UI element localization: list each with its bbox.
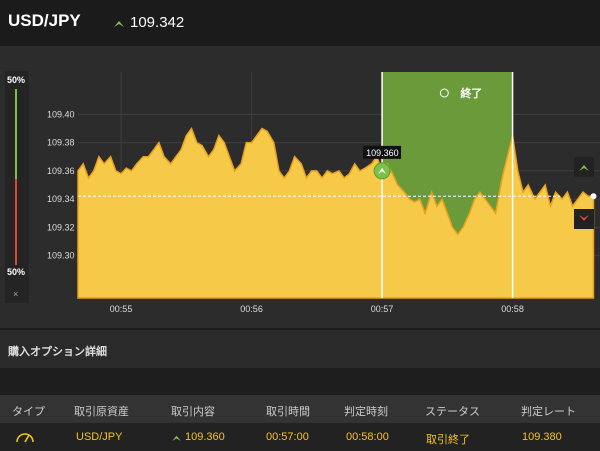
- x-tick-label: 00:56: [240, 304, 263, 314]
- up-arrow-icon: [172, 435, 181, 441]
- table-header: タイプ 取引原資産 取引内容 取引時間 判定時刻 ステータス 判定レート: [0, 395, 600, 423]
- buy-high-button[interactable]: [574, 157, 594, 177]
- price-value: 109.342: [130, 14, 185, 31]
- y-tick-label: 109.32: [47, 222, 75, 232]
- y-tick-label: 109.38: [47, 138, 75, 148]
- header-bar: USD/JPY 109.342: [0, 0, 600, 46]
- buy-low-button[interactable]: [574, 209, 594, 229]
- x-tick-label: 00:58: [501, 304, 524, 314]
- up-arrow-icon: [114, 20, 124, 27]
- y-tick-label: 109.30: [47, 251, 75, 261]
- row-status: 取引終了: [426, 434, 470, 446]
- up-arrow-icon: [579, 165, 589, 171]
- y-tick-label: 109.36: [47, 166, 75, 176]
- col-content: 取引内容: [171, 406, 215, 418]
- expiry-label: 終了: [460, 86, 482, 100]
- row-rate: 109.380: [522, 431, 562, 443]
- asset-pair-title: USD/JPY: [8, 11, 81, 30]
- y-axis: 109.40 109.38 109.36 109.34 109.32 109.30: [47, 109, 75, 260]
- row-content-value: 109.360: [185, 431, 225, 443]
- current-rate-dot: [590, 193, 597, 200]
- detail-title: 購入オプション詳細: [8, 346, 107, 358]
- row-asset: USD/JPY: [76, 431, 123, 443]
- gauge-icon: [16, 433, 34, 443]
- row-judge-time: 00:58:00: [346, 431, 389, 443]
- current-price: 109.342: [114, 14, 184, 31]
- col-trade-time: 取引時間: [266, 406, 310, 418]
- y-tick-label: 109.34: [47, 194, 75, 204]
- row-trade-time: 00:57:00: [266, 431, 309, 443]
- y-tick-label: 109.40: [47, 109, 75, 119]
- col-rate: 判定レート: [521, 406, 576, 418]
- x-tick-label: 00:57: [371, 304, 394, 314]
- detail-section-header: 購入オプション詳細: [0, 330, 600, 368]
- row-content: 109.360: [172, 431, 225, 443]
- price-chart: 109.40 109.38 109.36 109.34 109.32 109.30 00:…: [47, 72, 600, 314]
- down-arrow-icon: [579, 215, 589, 221]
- table-row[interactable]: USD/JPY 109.360 00:57:00 00:58:00 取引終了 1…: [0, 423, 600, 451]
- col-status: ステータス: [425, 406, 480, 418]
- entry-label: 109.360: [366, 148, 399, 158]
- col-type: タイプ: [12, 406, 45, 418]
- x-axis: 00:55 00:56 00:57 00:58: [110, 304, 524, 314]
- col-asset: 取引原資産: [74, 406, 129, 418]
- x-tick-label: 00:55: [110, 304, 133, 314]
- col-judge-time: 判定時刻: [344, 406, 388, 418]
- spacer: [0, 368, 600, 395]
